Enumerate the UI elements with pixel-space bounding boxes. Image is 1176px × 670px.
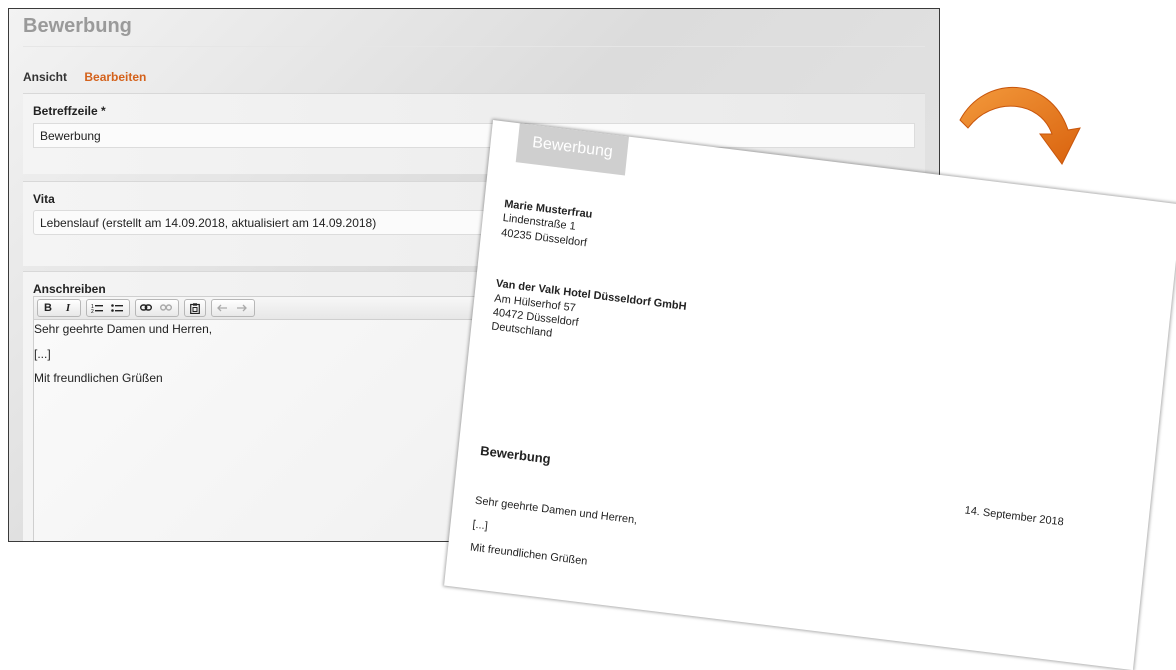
undo-icon bbox=[217, 304, 227, 312]
letter-salutation: Sehr geehrte Damen und Herren, bbox=[34, 322, 213, 336]
paste-group bbox=[184, 299, 206, 317]
subject-input[interactable]: Bewerbung bbox=[33, 123, 915, 148]
preview-body: [...] bbox=[471, 518, 489, 533]
paste-button[interactable] bbox=[185, 300, 205, 316]
preview-closing: Mit freundlichen Grüßen bbox=[469, 541, 588, 568]
link-button[interactable] bbox=[136, 300, 156, 316]
redo-icon bbox=[237, 304, 247, 312]
curved-arrow-icon bbox=[959, 87, 1081, 165]
italic-button[interactable]: I bbox=[58, 300, 78, 316]
link-group bbox=[135, 299, 179, 317]
vita-label: Vita bbox=[33, 192, 55, 206]
letter-date: 14. September 2018 bbox=[964, 504, 1065, 529]
link-icon bbox=[140, 304, 152, 311]
bullet-list-icon bbox=[111, 304, 123, 312]
bullet-list-button[interactable] bbox=[107, 300, 127, 316]
title-divider bbox=[23, 46, 925, 47]
svg-text:2: 2 bbox=[91, 309, 94, 313]
ordered-list-icon: 12 bbox=[91, 304, 103, 313]
undo-button[interactable] bbox=[212, 300, 232, 316]
paste-icon bbox=[190, 302, 200, 314]
letter-preview: Bewerbung Marie Musterfrau Lindenstraße … bbox=[444, 120, 1176, 670]
subject-label: Betreffzeile * bbox=[33, 104, 106, 118]
tab-view[interactable]: Ansicht bbox=[23, 70, 67, 84]
letter-subject: Bewerbung bbox=[479, 442, 552, 467]
redo-button[interactable] bbox=[232, 300, 252, 316]
unlink-icon bbox=[160, 304, 172, 311]
list-group: 12 bbox=[86, 299, 130, 317]
view-tabs: Ansicht Bearbeiten bbox=[23, 70, 160, 84]
letter-closing: Mit freundlichen Grüßen bbox=[34, 371, 163, 385]
format-group: B I bbox=[37, 299, 81, 317]
letter-body: [...] bbox=[34, 347, 51, 361]
page-title: Bewerbung bbox=[23, 15, 132, 37]
cover-letter-label: Anschreiben bbox=[33, 282, 106, 296]
bold-button[interactable]: B bbox=[38, 300, 58, 316]
ordered-list-button[interactable]: 12 bbox=[87, 300, 107, 316]
preview-salutation: Sehr geehrte Damen und Herren, bbox=[474, 494, 638, 527]
unlink-button[interactable] bbox=[156, 300, 176, 316]
history-group bbox=[211, 299, 255, 317]
tab-edit[interactable]: Bearbeiten bbox=[84, 70, 146, 84]
